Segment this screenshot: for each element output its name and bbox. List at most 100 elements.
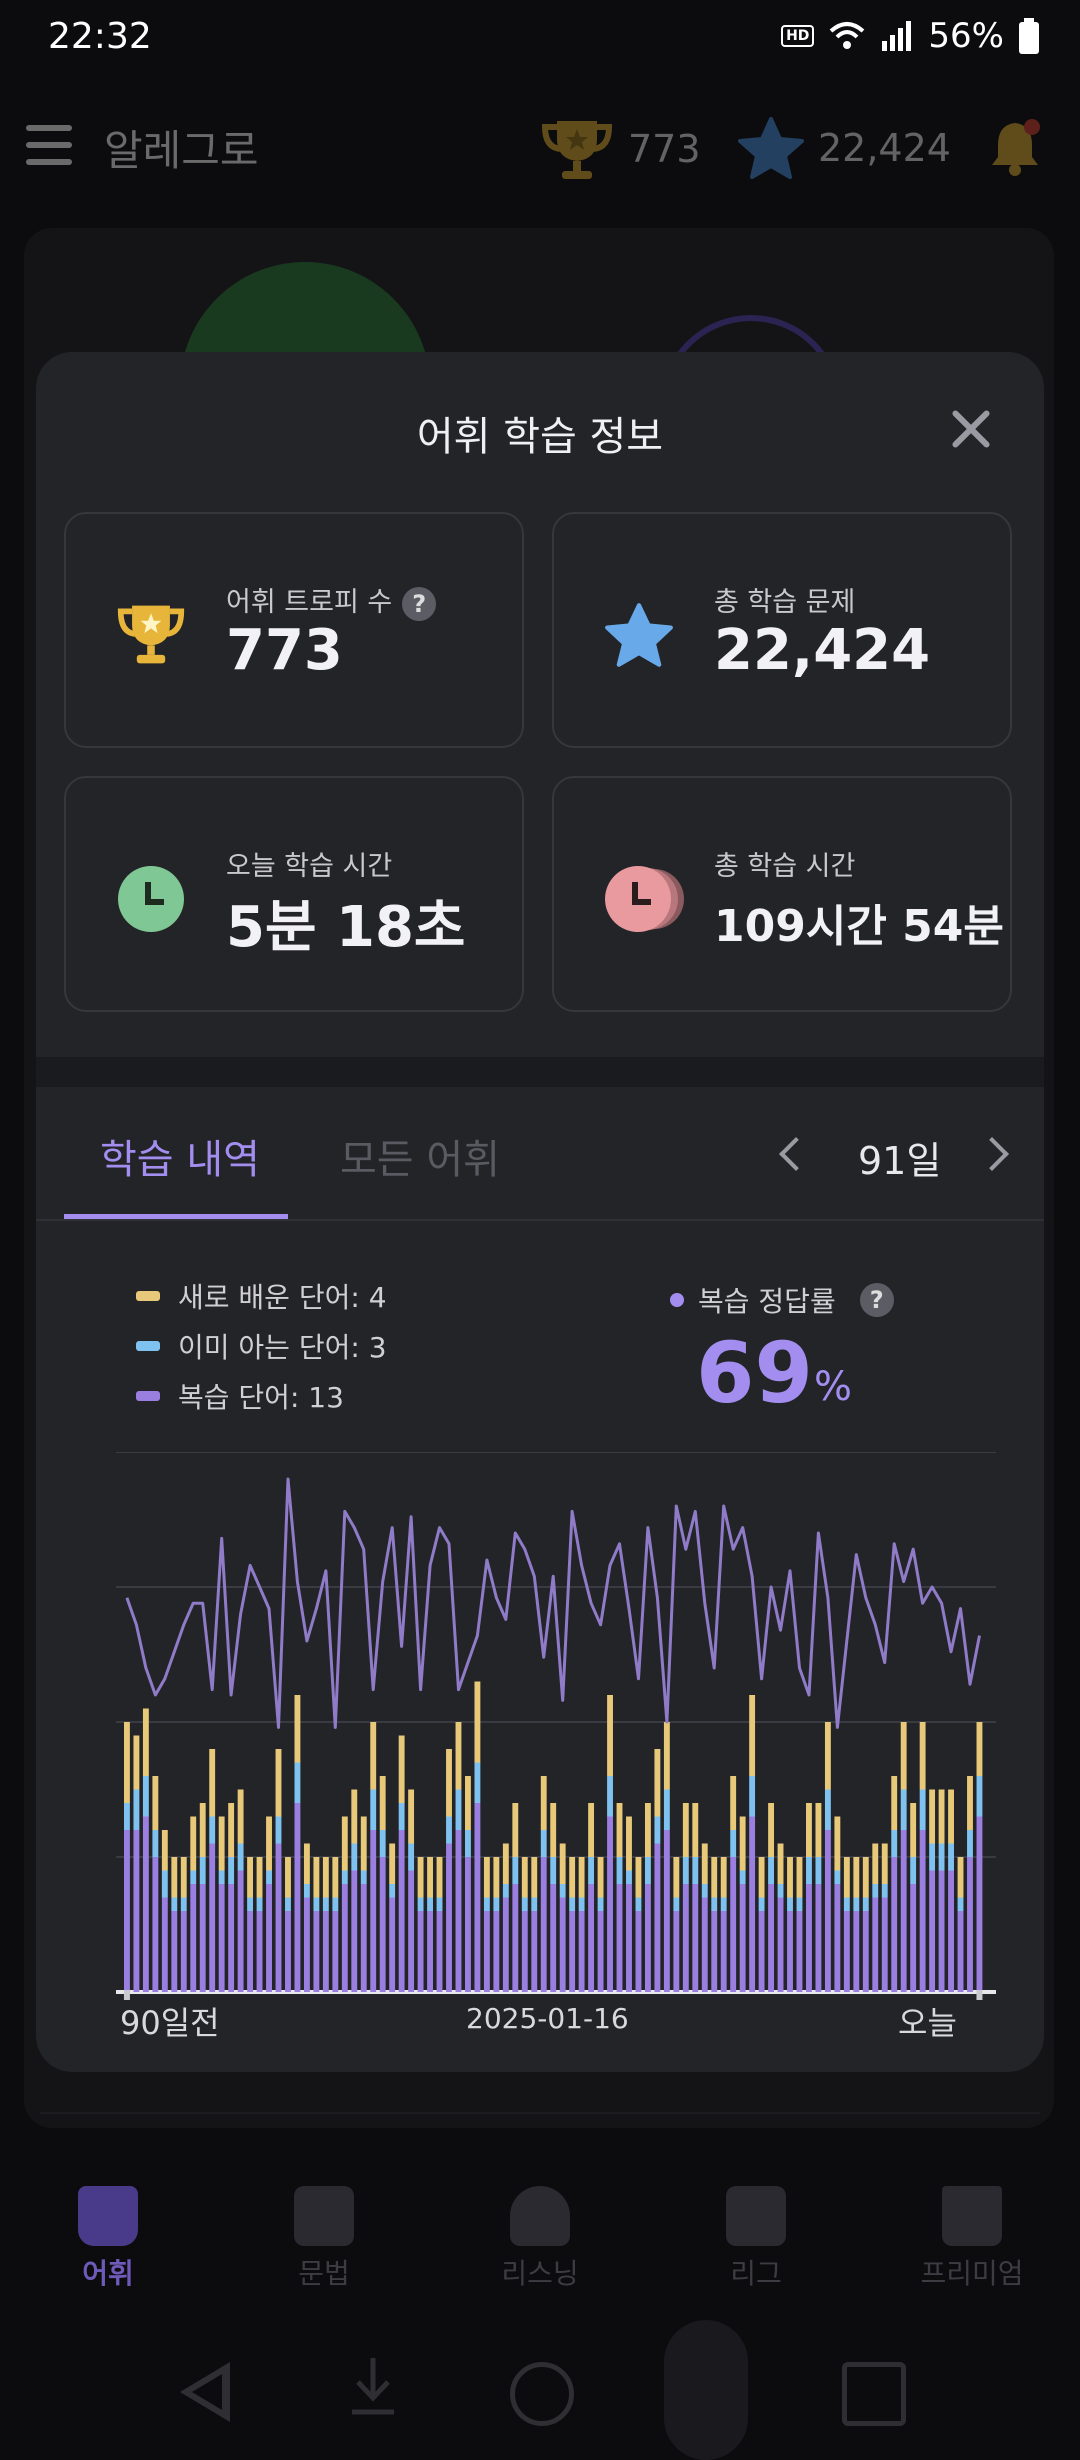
bar-segment-new (910, 1803, 917, 1857)
bar-segment-known (436, 1897, 443, 1911)
bar-segment-new (512, 1803, 519, 1857)
today-time-label: 오늘 학습 시간 (226, 851, 393, 882)
bar-segment-known (171, 1897, 178, 1911)
bar-segment-new (209, 1749, 216, 1817)
bar-segment-new (493, 1857, 500, 1898)
bar-segment-known (787, 1897, 793, 1911)
wifi-icon (830, 22, 865, 49)
bar-segment-known (502, 1884, 509, 1898)
bar-segment-known (237, 1843, 244, 1871)
bar-segment-known (559, 1884, 566, 1898)
problems-value: 22,424 (714, 618, 931, 683)
today-time-value: 5분 18초 (226, 895, 466, 960)
star-counter[interactable]: 22,424 (738, 117, 951, 179)
bar-segment-new (806, 1803, 812, 1857)
bar-segment-review (976, 1816, 983, 1992)
bar-segment-new (777, 1843, 784, 1884)
nav-vocab[interactable]: 어휘 (28, 2158, 188, 2292)
bar-segment-new (692, 1803, 699, 1857)
bar-segment-known (938, 1843, 945, 1871)
bell-icon[interactable] (986, 117, 1044, 177)
bar-segment-new (228, 1803, 235, 1857)
legend-swatch-new (136, 1291, 160, 1301)
bar-segment-review (644, 1884, 651, 1992)
bar-segment-new (919, 1722, 926, 1790)
chevron-right-icon[interactable] (975, 1137, 1009, 1171)
bar-segment-new (673, 1857, 680, 1898)
close-icon[interactable] (946, 404, 996, 454)
bar-segment-known (682, 1857, 689, 1884)
bar-segment-known (929, 1843, 936, 1871)
bar-segment-new (465, 1776, 471, 1830)
bar-segment-new (720, 1857, 727, 1898)
tab-all-words[interactable]: 모든 어휘 (340, 1127, 500, 1185)
bar-segment-known (758, 1897, 765, 1911)
system-nav-bar (0, 2320, 1080, 2460)
download-icon[interactable] (348, 2356, 398, 2418)
bar-segment-known (512, 1857, 519, 1884)
clock-icon (118, 866, 184, 932)
nav-league[interactable]: 리그 (676, 2158, 836, 2292)
bar-segment-known (739, 1870, 746, 1884)
bar-segment-known (900, 1789, 907, 1830)
bar-segment-known (427, 1897, 433, 1911)
bar-segment-known (398, 1803, 405, 1830)
bar-segment-known (417, 1897, 424, 1911)
home-icon[interactable] (510, 2362, 574, 2426)
bar-segment-review (777, 1897, 784, 1992)
bar-segment-known (843, 1897, 850, 1911)
hd-voice-icon: HD (781, 25, 815, 47)
tab-history[interactable]: 학습 내역 (100, 1127, 260, 1185)
bar-segment-review (626, 1884, 632, 1992)
bar-segment-known (256, 1897, 263, 1911)
bar-segment-new (900, 1722, 907, 1790)
nav-grammar[interactable]: 문법 (244, 2158, 404, 2292)
bar-segment-review (351, 1870, 358, 1992)
period-label: 91일 (858, 1139, 942, 1183)
bar-segment-known (701, 1884, 708, 1898)
capture-button[interactable] (664, 2320, 748, 2460)
bar-segment-review (948, 1870, 954, 1992)
bar-segment-new (408, 1789, 415, 1844)
nav-premium[interactable]: 프리미엄 (892, 2158, 1052, 2292)
trophy-label-text: 어휘 트로피 수 (226, 587, 393, 618)
battery-percent: 56% (928, 16, 1004, 56)
bar-segment-known (266, 1870, 272, 1884)
nav-listening[interactable]: 리스닝 (460, 2158, 620, 2292)
bar-segment-review (607, 1816, 613, 1992)
bar-segment-new (843, 1857, 850, 1898)
problems-label: 총 학습 문제 (714, 587, 856, 618)
trophy-counter[interactable]: 773 (540, 117, 701, 181)
bar-segment-review (313, 1911, 320, 1992)
bar-segment-review (294, 1803, 301, 1992)
nav-listening-label: 리스닝 (501, 2257, 579, 2290)
bar-segment-known (806, 1857, 812, 1884)
bar-segment-review (749, 1816, 756, 1992)
bar-segment-review (919, 1830, 926, 1992)
menu-icon[interactable] (26, 125, 72, 165)
bar-segment-new (862, 1857, 869, 1898)
bar-segment-review (578, 1911, 585, 1992)
trophy-icon (117, 605, 185, 664)
chevron-left-icon[interactable] (779, 1137, 813, 1171)
bar-segment-review (824, 1830, 831, 1992)
bar-segment-review (900, 1830, 907, 1992)
bar-segment-new (247, 1857, 254, 1898)
bar-segment-review (559, 1897, 566, 1992)
bar-segment-new (550, 1803, 557, 1857)
bar-segment-review (701, 1897, 708, 1992)
recent-apps-icon[interactable] (842, 2362, 906, 2426)
league-icon (726, 2186, 786, 2246)
tab-divider (36, 1219, 1044, 1221)
bar-segment-new (559, 1843, 566, 1884)
bar-segment-review (502, 1897, 509, 1992)
help-icon[interactable]: ? (859, 1283, 894, 1317)
help-icon[interactable]: ? (402, 586, 437, 621)
bar-segment-new (881, 1843, 888, 1884)
bar-segment-new (502, 1843, 509, 1884)
x-label-mid: 2025-01-16 (466, 2002, 629, 2035)
bar-segment-new (824, 1722, 831, 1790)
bar-segment-known (521, 1897, 528, 1911)
battery-icon (1019, 18, 1039, 54)
bar-segment-new (322, 1857, 329, 1898)
